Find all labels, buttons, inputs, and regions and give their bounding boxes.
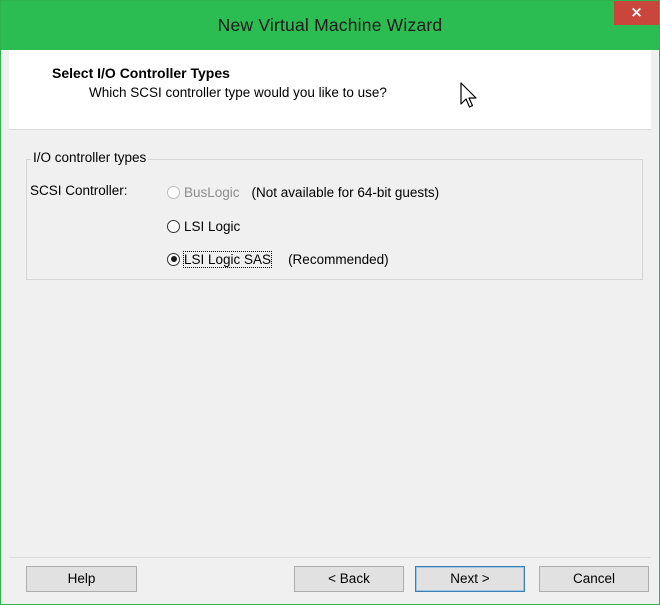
wizard-window: New Virtual Machine Wizard × Select I/O …: [0, 0, 660, 605]
wizard-body: Select I/O Controller Types Which SCSI c…: [9, 50, 651, 596]
close-icon: ×: [630, 3, 643, 21]
radio-lsi-logic[interactable]: LSI Logic: [167, 216, 240, 236]
radio-buslogic[interactable]: BusLogic (Not available for 64-bit guest…: [167, 182, 439, 202]
radio-lsi-logic-label: LSI Logic: [184, 218, 241, 234]
footer-divider: [9, 557, 651, 558]
scsi-controller-label: SCSI Controller:: [30, 183, 128, 198]
next-button[interactable]: Next >: [415, 566, 525, 592]
window-title: New Virtual Machine Wizard: [217, 15, 443, 35]
radio-lsi-logic-sas-note: (Recommended): [288, 251, 389, 267]
radio-button-icon[interactable]: [167, 185, 180, 199]
page-subtitle: Which SCSI controller type would you lik…: [89, 85, 387, 100]
title-bar[interactable]: New Virtual Machine Wizard ×: [1, 1, 659, 50]
mouse-pointer-icon: [460, 82, 477, 108]
cancel-button[interactable]: Cancel: [539, 566, 649, 592]
radio-lsi-logic-sas-label: LSI Logic SAS: [182, 250, 273, 268]
wizard-header: Select I/O Controller Types Which SCSI c…: [9, 50, 651, 130]
radio-lsi-logic-sas[interactable]: LSI Logic SAS (Recommended): [167, 249, 389, 269]
close-button[interactable]: ×: [614, 1, 659, 25]
radio-buslogic-note: (Not available for 64-bit guests): [251, 184, 440, 200]
help-button[interactable]: Help: [26, 566, 137, 592]
radio-button-checked-icon[interactable]: [167, 252, 180, 266]
radio-button-icon[interactable]: [167, 219, 180, 233]
radio-buslogic-label: BusLogic: [184, 184, 240, 200]
page-title: Select I/O Controller Types: [52, 65, 230, 81]
groupbox-legend: I/O controller types: [31, 150, 149, 165]
back-button[interactable]: < Back: [294, 566, 404, 592]
